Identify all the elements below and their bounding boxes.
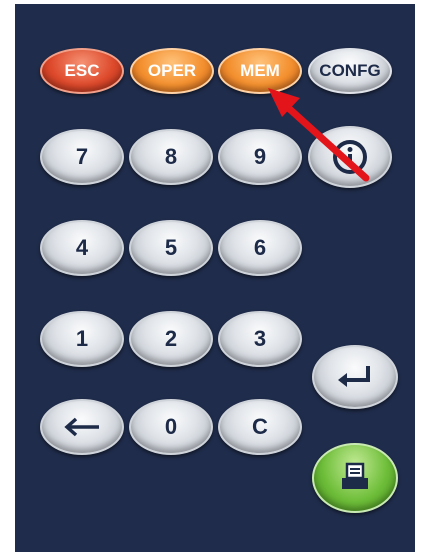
annotation-arrow — [268, 88, 370, 182]
